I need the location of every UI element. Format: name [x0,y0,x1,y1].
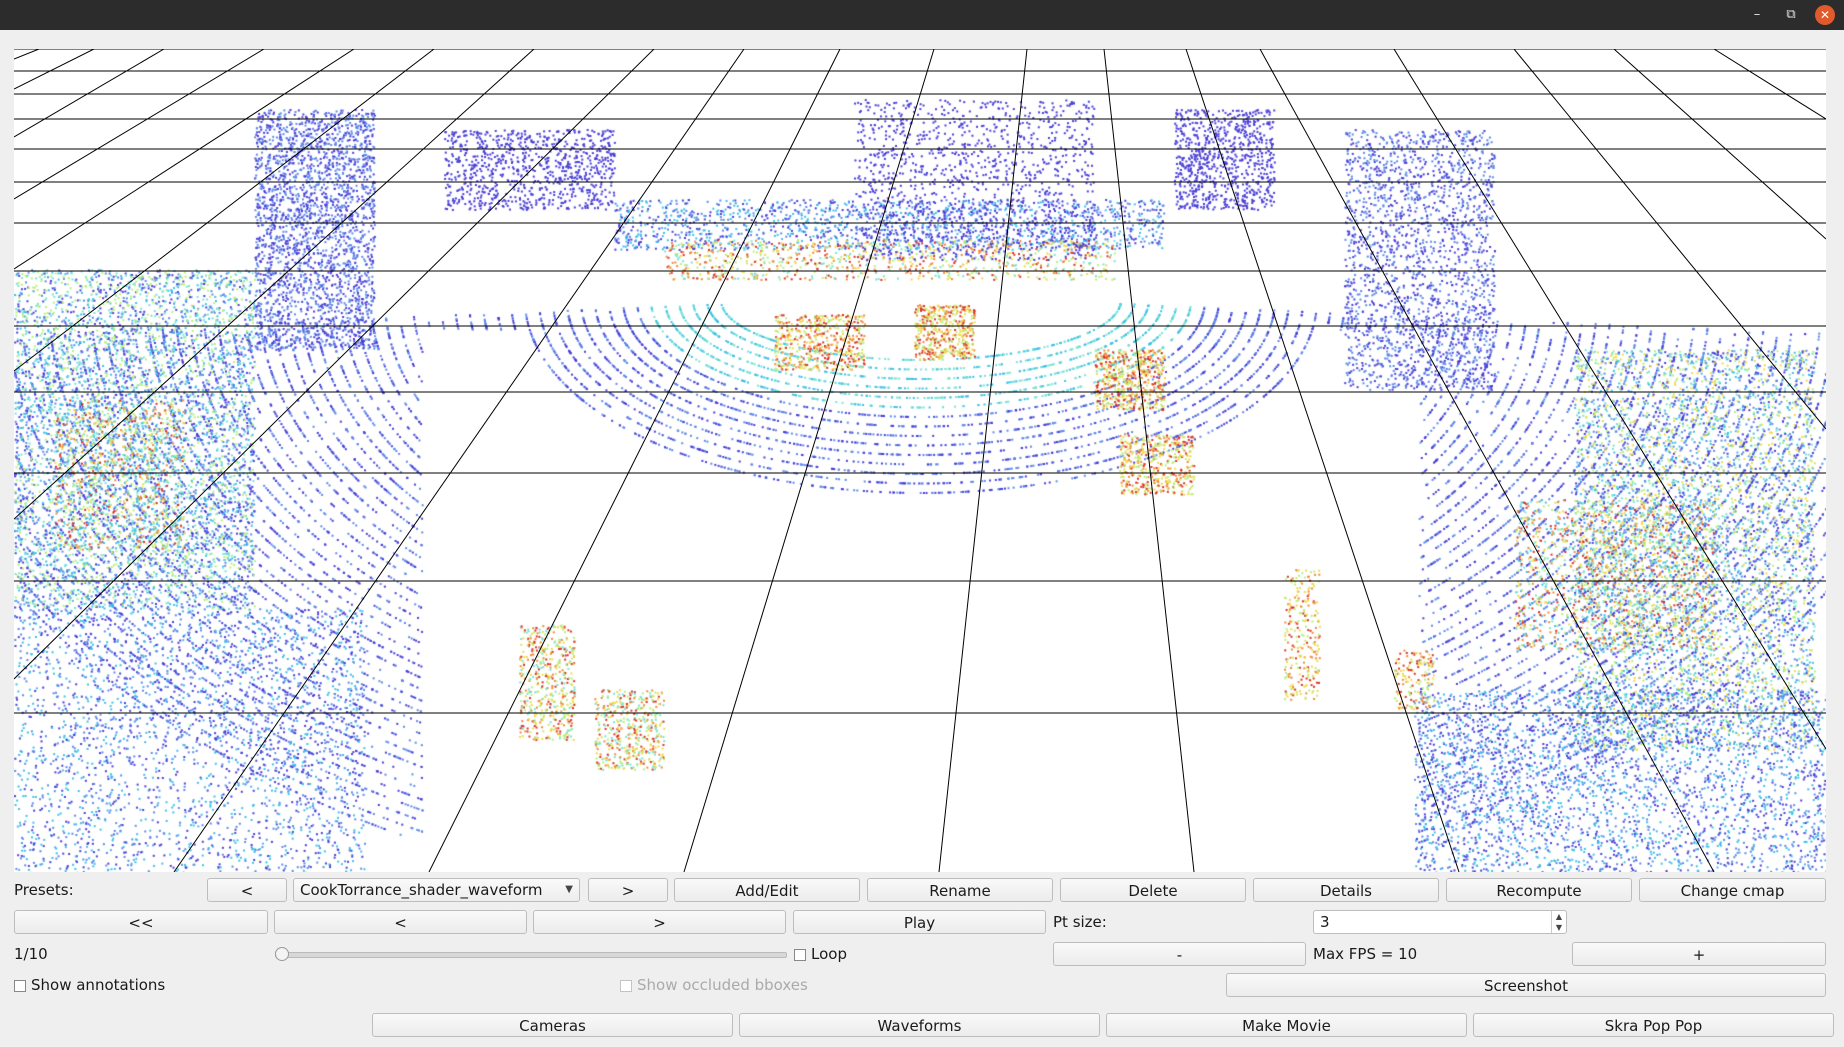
prev-frame-button[interactable]: < [274,910,527,934]
show-annotations-box[interactable] [14,980,26,992]
pt-size-value: 3 [1320,913,1330,931]
preset-select[interactable]: CookTorrance_shader_waveform ▼ [293,878,580,902]
grid-line [14,49,40,60]
grid-line [14,49,435,372]
show-occluded-box [620,980,632,992]
chevron-down-icon: ▼ [565,884,573,895]
point-cloud-viewport[interactable] [14,49,1826,872]
max-fps-label: Max FPS = 10 [1313,945,1418,963]
grid-line [683,49,935,872]
spin-up-icon[interactable]: ▲ [1552,911,1566,922]
screenshot-button[interactable]: Screenshot [1226,973,1826,997]
add-edit-button[interactable]: Add/Edit [674,878,860,902]
rename-button[interactable]: Rename [867,878,1053,902]
recompute-button[interactable]: Recompute [1446,878,1632,902]
first-frame-button[interactable]: << [14,910,268,934]
preset-next-button[interactable]: > [588,878,668,902]
make-movie-button[interactable]: Make Movie [1106,1013,1467,1037]
loop-checkbox-box[interactable] [794,949,806,961]
details-button[interactable]: Details [1253,878,1439,902]
minimize-icon[interactable]: – [1747,5,1767,25]
pt-size-label: Pt size: [1053,913,1107,931]
loop-label: Loop [811,945,847,963]
next-frame-button[interactable]: > [533,910,786,934]
grid-line [1393,49,1826,750]
ground-grid [14,49,1826,872]
frame-counter: 1/10 [14,945,48,963]
grid-line [173,49,745,872]
waveforms-button[interactable]: Waveforms [739,1013,1100,1037]
grid-line [1513,49,1826,430]
frame-slider[interactable] [275,944,787,964]
preset-prev-button[interactable]: < [207,878,287,902]
grid-line [14,49,655,680]
grid-line [1713,49,1826,120]
fps-increase-button[interactable]: + [1572,942,1826,966]
grid-line [428,49,841,872]
preset-select-value: CookTorrance_shader_waveform [300,881,543,899]
show-annotations-label: Show annotations [31,976,166,994]
loop-checkbox[interactable]: Loop [794,944,847,964]
fps-decrease-button[interactable]: - [1053,942,1306,966]
delete-button[interactable]: Delete [1060,878,1246,902]
grid-line [938,49,1028,872]
change-cmap-button[interactable]: Change cmap [1639,878,1826,902]
show-annotations-checkbox[interactable]: Show annotations [14,975,165,995]
play-button[interactable]: Play [793,910,1046,934]
close-icon[interactable]: ✕ [1815,5,1835,25]
grid-line [14,49,165,138]
grid-line [1103,49,1195,872]
presets-label: Presets: [14,881,74,899]
frame-slider-track[interactable] [275,952,787,958]
grid-line [14,49,95,90]
window-titlebar: – ⧉ ✕ [0,0,1844,30]
restore-icon[interactable]: ⧉ [1781,5,1801,25]
grid-line [1613,49,1826,240]
cameras-button[interactable]: Cameras [372,1013,733,1037]
show-occluded-label: Show occluded bboxes [637,976,808,994]
grid-line [14,49,355,270]
spin-down-icon[interactable]: ▼ [1552,922,1566,933]
frame-slider-handle[interactable] [275,947,289,961]
spin-arrows[interactable]: ▲ ▼ [1551,911,1566,933]
pt-size-spinbox[interactable]: 3 ▲ ▼ [1313,910,1567,934]
grid-line [1185,49,1460,872]
show-occluded-checkbox: Show occluded bboxes [620,975,808,995]
grid-line [1259,49,1715,872]
skra-pop-pop-button[interactable]: Skra Pop Pop [1473,1013,1834,1037]
